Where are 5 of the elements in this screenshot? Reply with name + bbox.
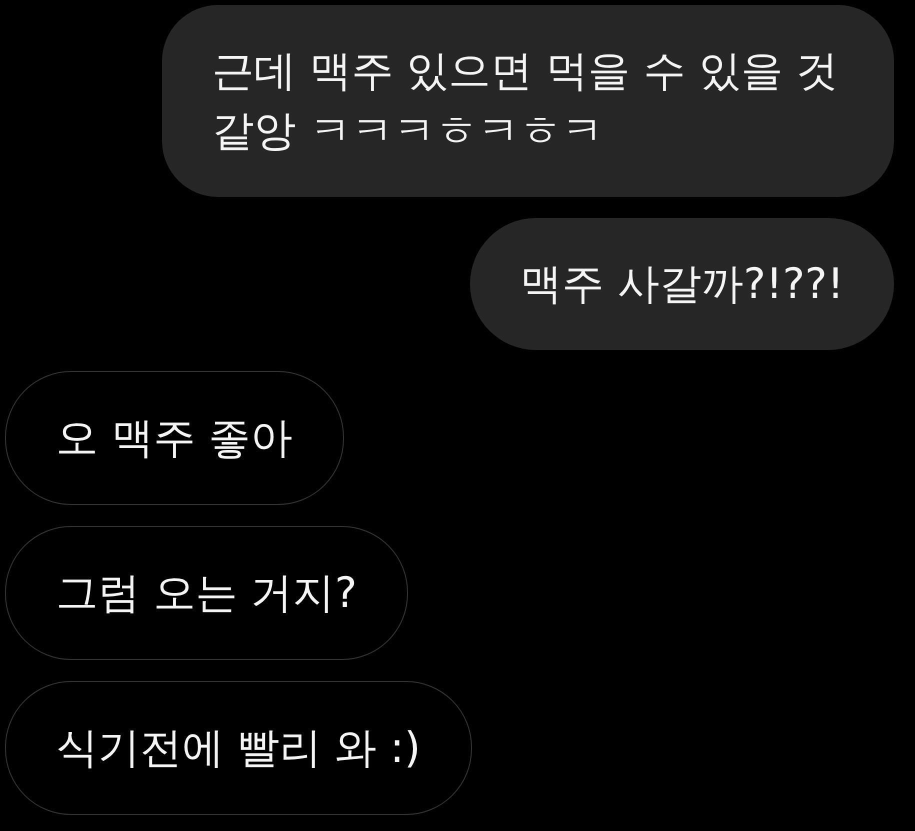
message-text: 맥주 사갈까?!??! — [520, 259, 844, 308]
message-text: 근데 맥주 있으면 먹을 수 있을 것 같앙 ㅋㅋㅋㅎㅋㅎㅋ — [212, 46, 838, 155]
message-text: 그럼 오는 거지? — [56, 568, 357, 617]
message-text: 식기전에 빨리 와 :) — [56, 723, 421, 772]
message-text: 오 맥주 좋아 — [56, 413, 293, 462]
